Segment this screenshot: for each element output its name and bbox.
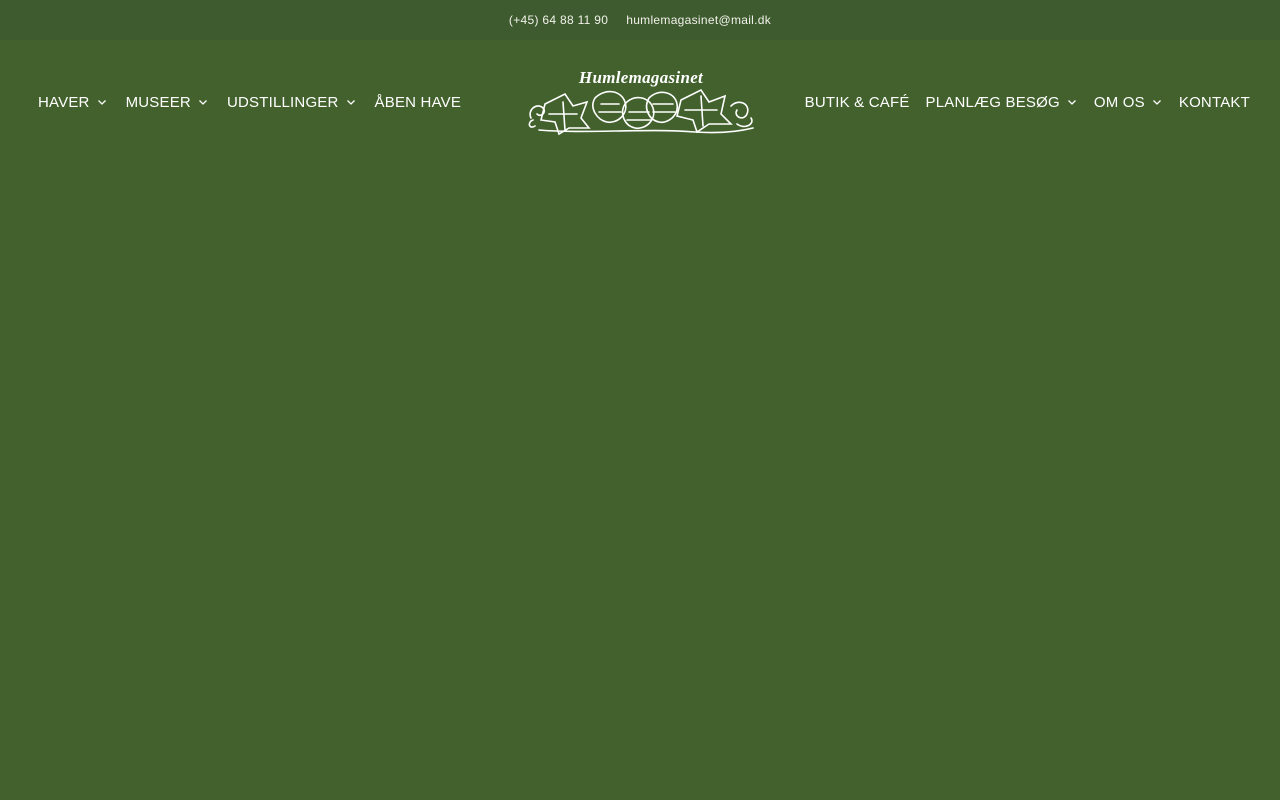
chevron-down-icon [1066, 96, 1078, 108]
chevron-down-icon [197, 96, 209, 108]
nav-item-udstillinger[interactable]: UDSTILLINGER [227, 94, 357, 111]
nav-item-label: PLANLÆG BESØG [925, 93, 1060, 111]
nav-item-museer[interactable]: MUSEER [126, 94, 209, 111]
nav-item-kontakt[interactable]: KONTAKT [1179, 94, 1250, 111]
nav-item-haver[interactable]: HAVER [38, 94, 108, 111]
email-link[interactable]: humlemagasinet@mail.dk [626, 13, 771, 27]
hop-vine-icon [528, 88, 754, 136]
chevron-down-icon [1151, 96, 1163, 108]
top-contact-bar: (+45) 64 88 11 90 humlemagasinet@mail.dk [0, 0, 1280, 40]
nav-item-aaben-have[interactable]: ÅBEN HAVE [375, 94, 462, 111]
nav-item-label: KONTAKT [1178, 93, 1250, 111]
nav-item-om-os[interactable]: OM OS [1094, 94, 1163, 111]
nav-item-label: ÅBEN HAVE [374, 93, 462, 111]
nav-item-label: UDSTILLINGER [226, 93, 339, 111]
main-content-area [0, 165, 1280, 800]
site-logo[interactable]: Humlemagasinet [525, 68, 757, 138]
chevron-down-icon [96, 96, 108, 108]
phone-link[interactable]: (+45) 64 88 11 90 [509, 13, 608, 27]
site-header: HAVER MUSEER UDSTILLINGER ÅBEN HAVE Huml… [0, 40, 1280, 165]
nav-item-planlaeg-besoeg[interactable]: PLANLÆG BESØG [926, 94, 1078, 111]
nav-item-label: MUSEER [125, 93, 191, 111]
nav-item-label: HAVER [38, 93, 90, 111]
nav-item-label: BUTIK & CAFÉ [804, 93, 910, 111]
nav-item-butik-cafe[interactable]: BUTIK & CAFÉ [805, 94, 910, 111]
nav-item-label: OM OS [1093, 93, 1145, 111]
chevron-down-icon [345, 96, 357, 108]
